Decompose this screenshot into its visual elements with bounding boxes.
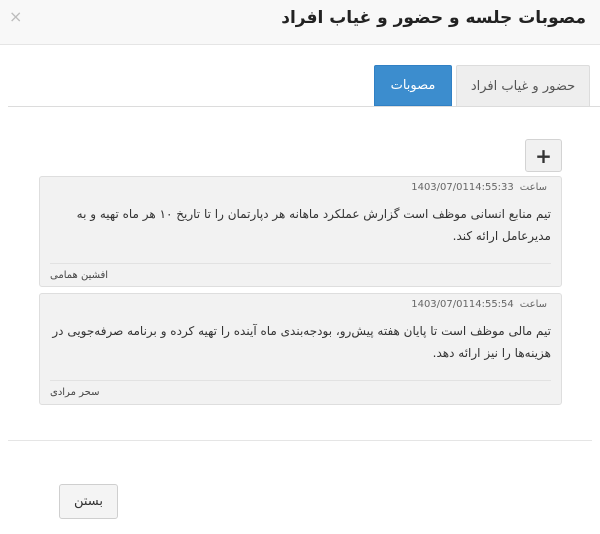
- card-time: 14:55:33: [468, 182, 514, 193]
- close-icon[interactable]: ×: [9, 9, 22, 25]
- card-date: 1403/07/01: [411, 299, 469, 310]
- card-date: 1403/07/01: [411, 182, 469, 193]
- card-text: تیم مالی موظف است تا پایان هفته پیش‌رو، …: [52, 324, 551, 360]
- card-timestamp: 1403/07/01 ساعت 14:55:33: [411, 182, 553, 193]
- card-text: تیم منابع انسانی موظف است گزارش عملکرد م…: [76, 207, 551, 243]
- add-resolution-button[interactable]: +: [525, 139, 562, 172]
- tabs-divider: [8, 106, 600, 107]
- card-divider: [50, 263, 551, 264]
- resolution-card: 1403/07/01 ساعت 14:55:54 تیم مالی موظف است…: [39, 293, 562, 405]
- tab-resolutions-label: مصوبات: [390, 78, 436, 93]
- card-author: سحر مرادی: [50, 387, 100, 398]
- tab-attendance[interactable]: حضور و غیاب افراد: [456, 65, 590, 106]
- dialog-title: مصوبات جلسه و حضور و غیاب افراد: [281, 8, 586, 28]
- close-button-label: بستن: [73, 494, 104, 509]
- footer-divider: [8, 440, 592, 441]
- resolution-card: 1403/07/01 ساعت 14:55:33 تیم منابع انسانی …: [39, 176, 562, 287]
- card-time-label: ساعت: [519, 182, 547, 193]
- card-timestamp: 1403/07/01 ساعت 14:55:54: [411, 299, 553, 310]
- card-time: 14:55:54: [468, 299, 514, 310]
- plus-icon: +: [535, 143, 552, 168]
- card-time-label: ساعت: [519, 299, 547, 310]
- card-author: افشین همامی: [50, 270, 109, 281]
- tab-attendance-label: حضور و غیاب افراد: [470, 78, 576, 94]
- card-divider: [50, 380, 551, 381]
- close-button[interactable]: بستن: [59, 484, 118, 519]
- tab-resolutions[interactable]: مصوبات: [374, 65, 452, 106]
- dialog-header: × مصوبات جلسه و حضور و غیاب افراد: [0, 0, 600, 45]
